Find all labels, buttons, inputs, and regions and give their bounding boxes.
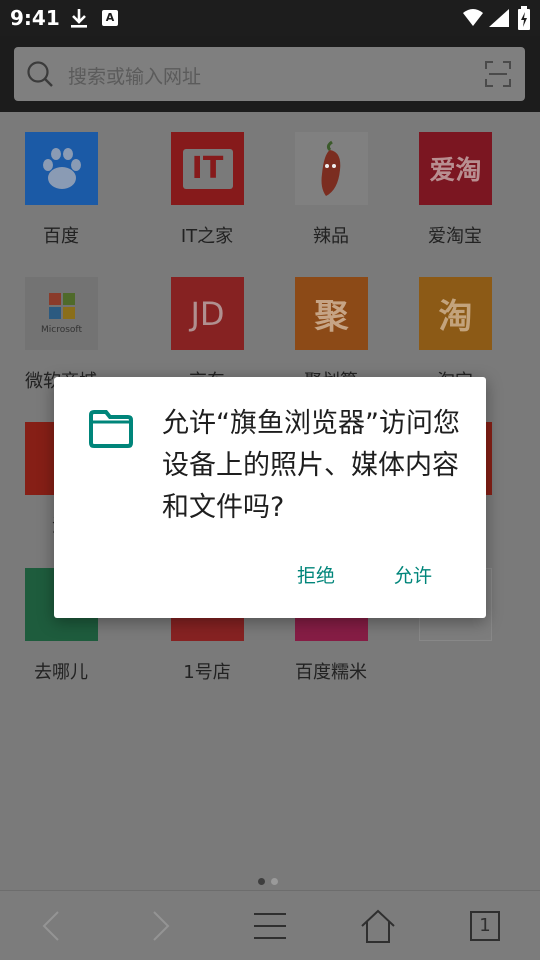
battery-icon: [518, 6, 530, 30]
wifi-icon: [463, 9, 483, 26]
search-bar[interactable]: 搜索或输入网址: [14, 47, 525, 101]
dialog-message: 允许“旗鱼浏览器”访问您设备上的照片、媒体内容和文件吗?: [162, 408, 460, 523]
shortcut-label: IT之家: [180, 226, 234, 247]
shortcut-ithome[interactable]: IT IT之家: [147, 112, 267, 247]
deny-button[interactable]: 拒绝: [297, 561, 335, 588]
shortcut-lapin[interactable]: 辣品: [271, 112, 391, 247]
permission-dialog: 允许“旗鱼浏览器”访问您设备上的照片、媒体内容和文件吗? 拒绝 允许: [54, 377, 486, 618]
shortcut-label: 爱淘宝: [428, 226, 482, 247]
menu-icon[interactable]: [252, 908, 288, 944]
lapin-icon: [295, 132, 368, 205]
status-bar: 9:41 A: [0, 0, 540, 36]
back-icon[interactable]: [34, 908, 70, 944]
page-indicator: [258, 878, 280, 886]
shortcut-label: 1号店: [183, 662, 231, 683]
shortcut-jd[interactable]: JD 京东: [147, 257, 267, 392]
taobao-icon: 淘: [419, 277, 492, 350]
shortcut-label: 百度: [43, 226, 79, 247]
shortcut-microsoft[interactable]: Microsoft 微软商城: [1, 257, 121, 392]
shortcut-juhuasuan[interactable]: 聚 聚划算: [271, 257, 391, 392]
baidu-icon: [25, 132, 98, 205]
a-notification-icon: A: [102, 10, 118, 26]
aitaobao-icon: 爱淘: [419, 132, 492, 205]
jd-icon: JD: [171, 277, 244, 350]
microsoft-icon: Microsoft: [25, 277, 98, 350]
shortcut-aitaobao[interactable]: 爱淘 爱淘宝: [395, 112, 515, 247]
page-dot-active: [258, 878, 265, 885]
scan-qr-icon[interactable]: [485, 61, 511, 87]
shortcut-baidu[interactable]: 百度: [1, 112, 121, 247]
bottom-toolbar: 1: [0, 890, 540, 960]
shortcut-label: 辣品: [313, 226, 349, 247]
search-icon: [27, 61, 53, 87]
home-icon[interactable]: [360, 908, 396, 944]
page-dot: [271, 878, 278, 885]
cell-signal-icon: [489, 9, 509, 27]
forward-icon[interactable]: [142, 908, 178, 944]
juhuasuan-icon: 聚: [295, 277, 368, 350]
search-input[interactable]: 搜索或输入网址: [68, 62, 201, 89]
shortcut-taobao[interactable]: 淘 淘宝: [395, 257, 515, 392]
tabs-icon[interactable]: 1: [470, 911, 500, 941]
status-time: 9:41: [10, 6, 60, 30]
shortcut-label: 百度糯米: [295, 662, 367, 683]
allow-button[interactable]: 允许: [394, 561, 432, 588]
browser-header: 搜索或输入网址: [0, 36, 540, 112]
ithome-icon: IT: [171, 132, 244, 205]
shortcut-label: 去哪儿: [34, 662, 88, 683]
folder-icon: [89, 410, 133, 448]
download-icon: [71, 9, 87, 28]
